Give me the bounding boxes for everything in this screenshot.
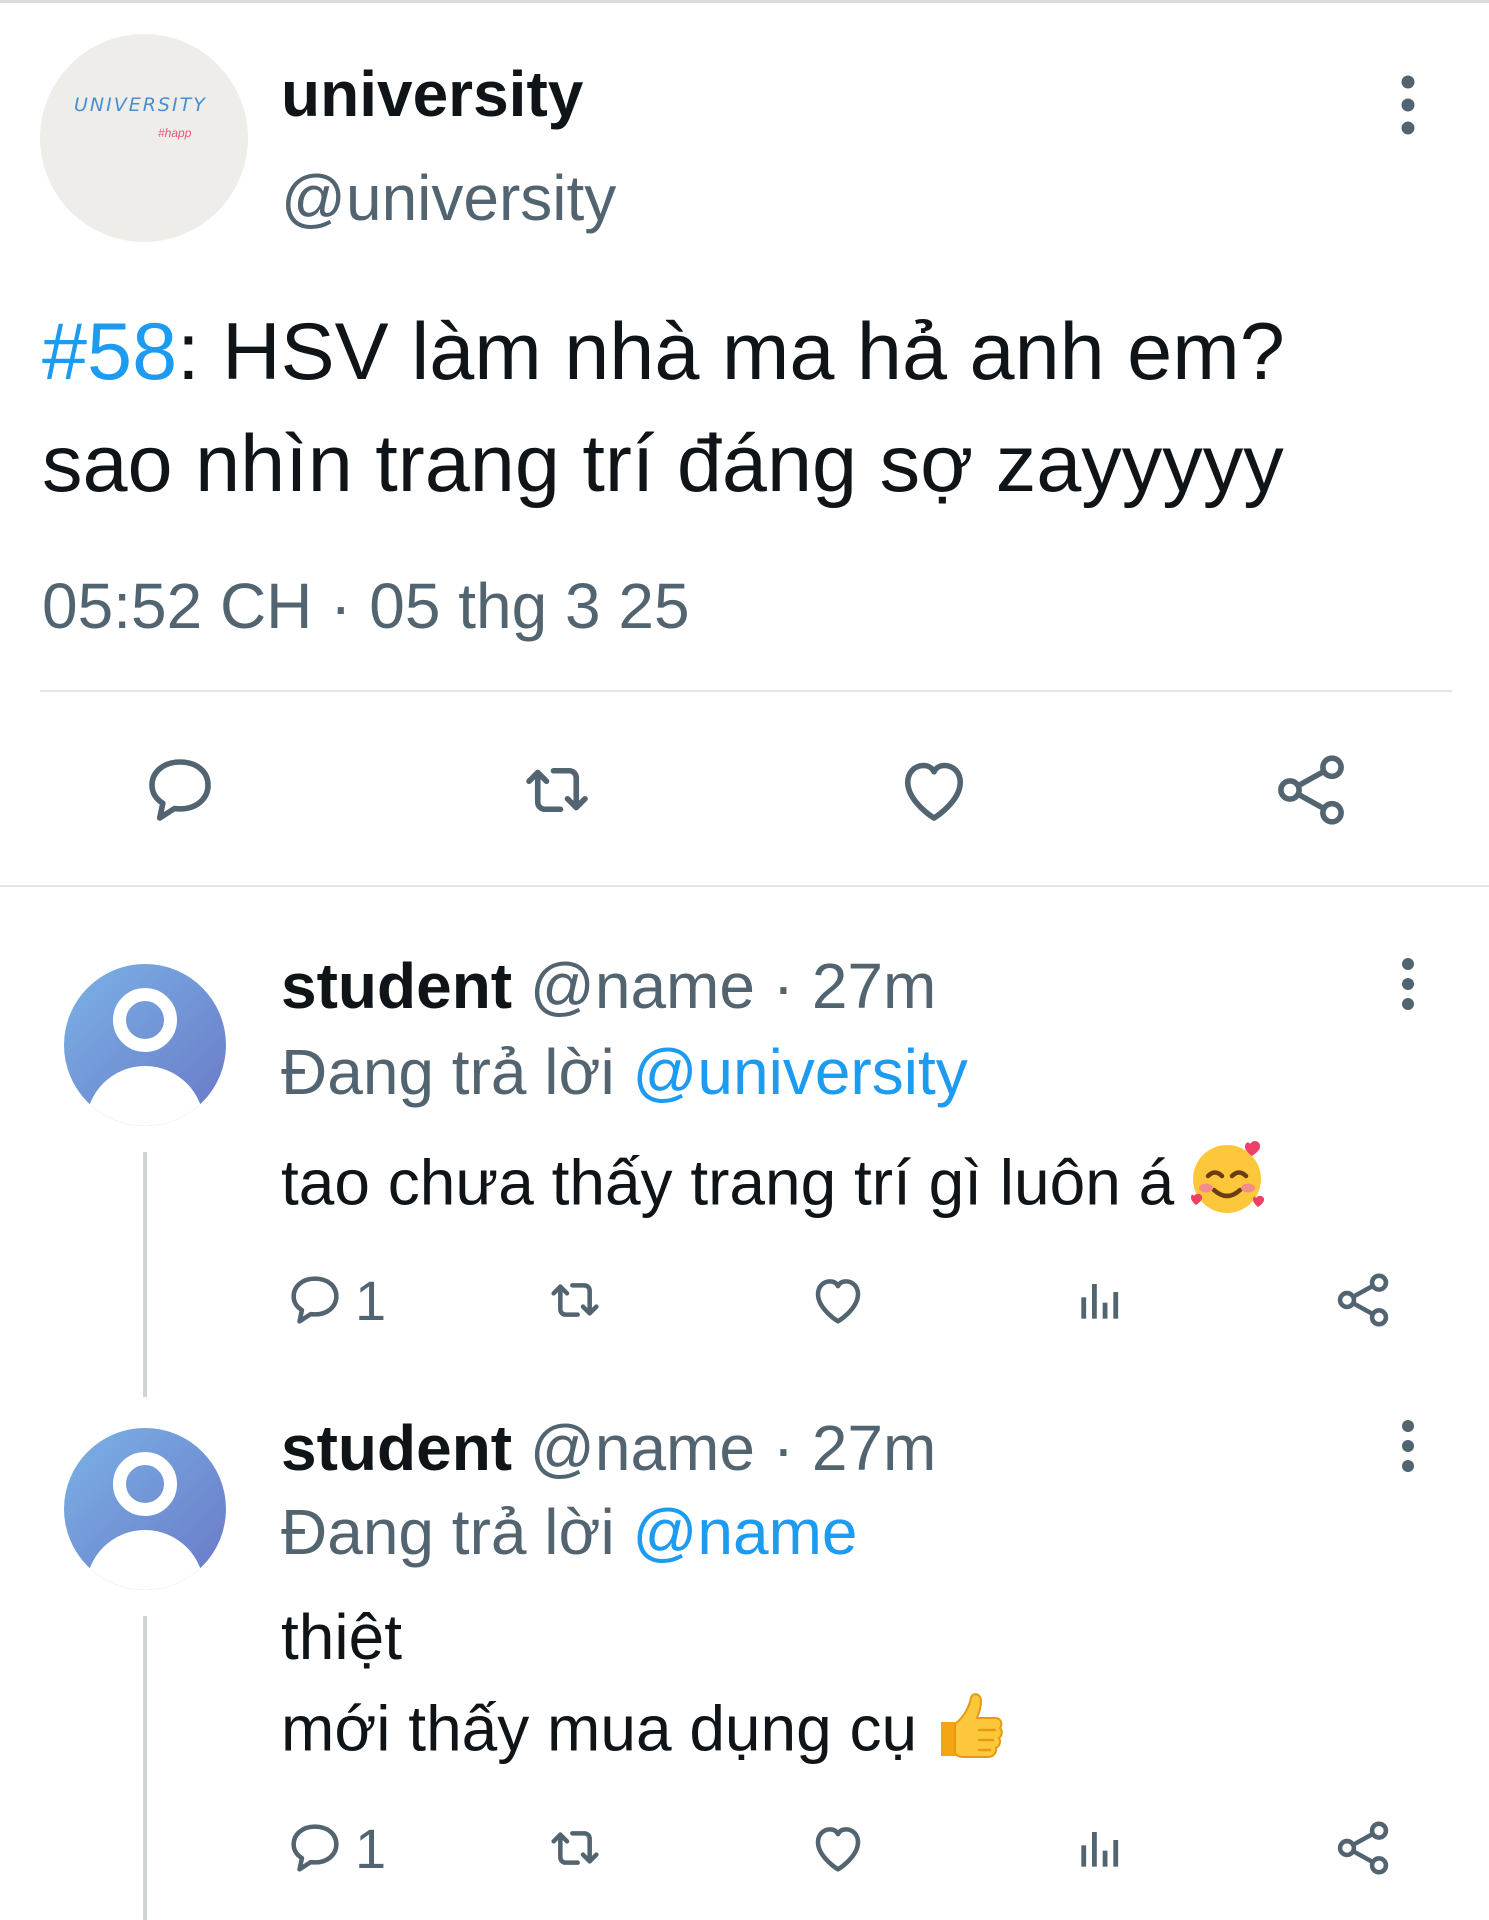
more-options-icon[interactable] (1388, 1416, 1428, 1476)
reply-icon (149, 759, 211, 821)
thumbs-up-icon (927, 1680, 1007, 1787)
reply-header: student @name · 27m (281, 1410, 936, 1486)
avatar-head (113, 1452, 177, 1516)
like-icon (815, 1279, 861, 1324)
share-icon (1278, 755, 1344, 825)
author-handle[interactable]: @university (281, 160, 616, 236)
share-icon (1337, 1821, 1389, 1875)
like-button[interactable] (806, 1260, 870, 1340)
tweet-action-bar (0, 740, 1489, 840)
like-icon (815, 1827, 861, 1872)
replying-to-mention[interactable]: @name (632, 1496, 857, 1568)
like-button[interactable] (806, 1808, 870, 1888)
replying-to: Đang trả lời @university (281, 1034, 968, 1110)
reply-avatar[interactable] (64, 964, 226, 1126)
reply-action-bar: 1 (0, 1808, 1489, 1888)
reply-author-name[interactable]: student (281, 950, 512, 1022)
share-icon (1337, 1273, 1389, 1327)
tweet-text: #58: HSV làm nhà ma hả anh em? sao nhìn … (42, 296, 1462, 520)
retweet-icon (551, 1831, 599, 1865)
university-avatar[interactable]: UNIVERSITY #happ (40, 34, 248, 242)
views-icon (1081, 1832, 1119, 1867)
replying-to-prefix: Đang trả lời (281, 1496, 615, 1568)
smiling-face-with-hearts-icon (1184, 1134, 1270, 1241)
reply-icon (291, 1276, 339, 1324)
retweet-button[interactable] (543, 1260, 607, 1340)
avatar-body (86, 1530, 204, 1590)
reply-text-line: mới thấy mua dụng cụ (281, 1692, 918, 1765)
share-button[interactable] (1261, 740, 1361, 840)
tweet-timestamp[interactable]: 05:52 CH · 05 thg 3 25 (42, 566, 690, 646)
views-icon (1081, 1284, 1119, 1319)
tweet-text-line1: : HSV làm nhà ma hả anh em? (177, 307, 1285, 397)
reply-button[interactable] (130, 740, 230, 840)
views-button[interactable] (1068, 1260, 1132, 1340)
retweet-button[interactable] (507, 740, 607, 840)
reply-text: thiệt mới thấy mua dụng cụ (281, 1594, 1007, 1787)
views-button[interactable] (1068, 1808, 1132, 1888)
reply-author-name[interactable]: student (281, 1412, 512, 1484)
replying-to: Đang trả lời @name (281, 1494, 858, 1570)
reply-avatar[interactable] (64, 1428, 226, 1590)
reply-text-line: thiệt (281, 1601, 402, 1673)
more-options-icon[interactable] (1388, 70, 1428, 140)
tweet-text-line2: sao nhìn trang trí đáng sợ zayyyyy (42, 419, 1284, 509)
reply-time[interactable]: · 27m (773, 950, 937, 1022)
author-name[interactable]: university (281, 56, 583, 132)
more-options-icon[interactable] (1388, 954, 1428, 1014)
retweet-icon (551, 1283, 599, 1317)
retweet-icon (526, 767, 588, 813)
reply-button[interactable]: 1 (283, 1260, 386, 1340)
reply-button[interactable]: 1 (283, 1808, 386, 1888)
replying-to-mention[interactable]: @university (632, 1036, 967, 1108)
replying-to-prefix: Đang trả lời (281, 1036, 615, 1108)
like-icon (904, 762, 964, 821)
reply-count: 1 (355, 1268, 387, 1332)
share-button[interactable] (1331, 1260, 1395, 1340)
reply-action-bar: 1 (0, 1260, 1489, 1340)
share-button[interactable] (1331, 1808, 1395, 1888)
reply-author-handle[interactable]: @name (530, 950, 755, 1022)
avatar-logo-text: UNIVERSITY (74, 94, 207, 116)
like-button[interactable] (884, 740, 984, 840)
reply-author-handle[interactable]: @name (530, 1412, 755, 1484)
divider (40, 690, 1452, 692)
reply-text-line: tao chưa thấy trang trí gì luôn á (281, 1146, 1175, 1219)
reply-icon (291, 1824, 339, 1872)
hashtag-link[interactable]: #58 (42, 307, 177, 397)
retweet-button[interactable] (543, 1808, 607, 1888)
reply-time[interactable]: · 27m (773, 1412, 937, 1484)
reply-text: tao chưa thấy trang trí gì luôn á (281, 1134, 1270, 1241)
avatar-head (113, 988, 177, 1052)
avatar-logo-subtext: #happ (158, 126, 192, 140)
avatar-body (86, 1066, 204, 1126)
reply-header: student @name · 27m (281, 948, 936, 1024)
section-divider (0, 885, 1489, 887)
reply-count: 1 (355, 1816, 387, 1880)
top-border (0, 0, 1489, 3)
